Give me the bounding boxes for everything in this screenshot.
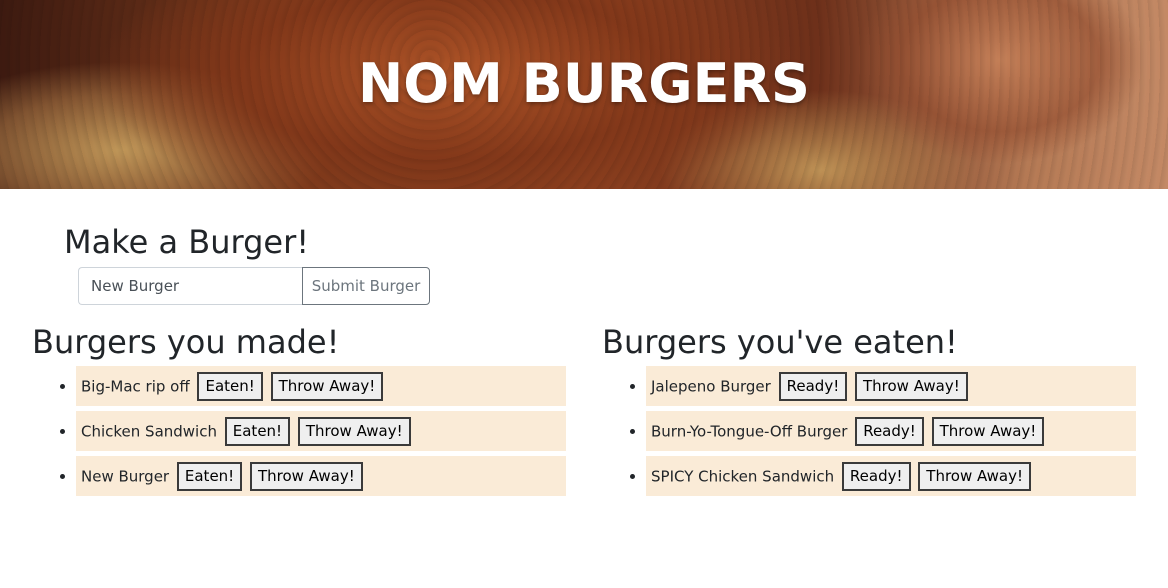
- list-item: Big-Mac rip off Eaten! Throw Away!: [76, 366, 566, 406]
- throw-away-button[interactable]: Throw Away!: [270, 372, 384, 401]
- burgers-eaten-heading: Burgers you've eaten!: [602, 323, 958, 361]
- hero-banner: NOM BURGERS: [0, 0, 1168, 189]
- ready-button[interactable]: Ready!: [841, 462, 911, 491]
- throw-away-button[interactable]: Throw Away!: [918, 462, 1032, 491]
- burger-name: Burn-Yo-Tongue-Off Burger: [651, 422, 848, 441]
- throw-away-button[interactable]: Throw Away!: [249, 462, 363, 491]
- burgers-eaten-section: Burgers you've eaten! Jalepeno Burger Re…: [602, 320, 1142, 501]
- make-burger-heading: Make a Burger!: [64, 223, 310, 261]
- make-burger-section: Make a Burger! Submit Burger: [64, 220, 430, 305]
- burgers-made-section: Burgers you made! Big-Mac rip off Eaten!…: [32, 320, 572, 501]
- list-item: SPICY Chicken Sandwich Ready! Throw Away…: [646, 456, 1136, 496]
- burgers-made-heading: Burgers you made!: [32, 323, 340, 361]
- ready-button[interactable]: Ready!: [778, 372, 848, 401]
- list-item: New Burger Eaten! Throw Away!: [76, 456, 566, 496]
- list-item: Jalepeno Burger Ready! Throw Away!: [646, 366, 1136, 406]
- burger-name: Chicken Sandwich: [81, 422, 217, 441]
- eaten-button[interactable]: Eaten!: [197, 372, 263, 401]
- burger-name: SPICY Chicken Sandwich: [651, 467, 835, 486]
- burgers-made-list: Big-Mac rip off Eaten! Throw Away! Chick…: [32, 366, 572, 496]
- throw-away-button[interactable]: Throw Away!: [297, 417, 411, 446]
- ready-button[interactable]: Ready!: [855, 417, 924, 446]
- throw-away-button[interactable]: Throw Away!: [855, 372, 968, 401]
- make-burger-form: Submit Burger: [78, 267, 430, 305]
- eaten-button[interactable]: Eaten!: [224, 417, 291, 446]
- page-title: NOM BURGERS: [358, 52, 810, 115]
- eaten-button[interactable]: Eaten!: [176, 462, 243, 491]
- submit-burger-button[interactable]: Submit Burger: [302, 267, 430, 305]
- burger-name: Jalepeno Burger: [651, 377, 771, 396]
- burger-name: Big-Mac rip off: [81, 377, 190, 396]
- burgers-eaten-list: Jalepeno Burger Ready! Throw Away! Burn-…: [602, 366, 1142, 496]
- burger-name-input[interactable]: [78, 267, 302, 305]
- list-item: Burn-Yo-Tongue-Off Burger Ready! Throw A…: [646, 411, 1136, 451]
- burger-name: New Burger: [81, 467, 170, 486]
- list-item: Chicken Sandwich Eaten! Throw Away!: [76, 411, 566, 451]
- throw-away-button[interactable]: Throw Away!: [931, 417, 1045, 446]
